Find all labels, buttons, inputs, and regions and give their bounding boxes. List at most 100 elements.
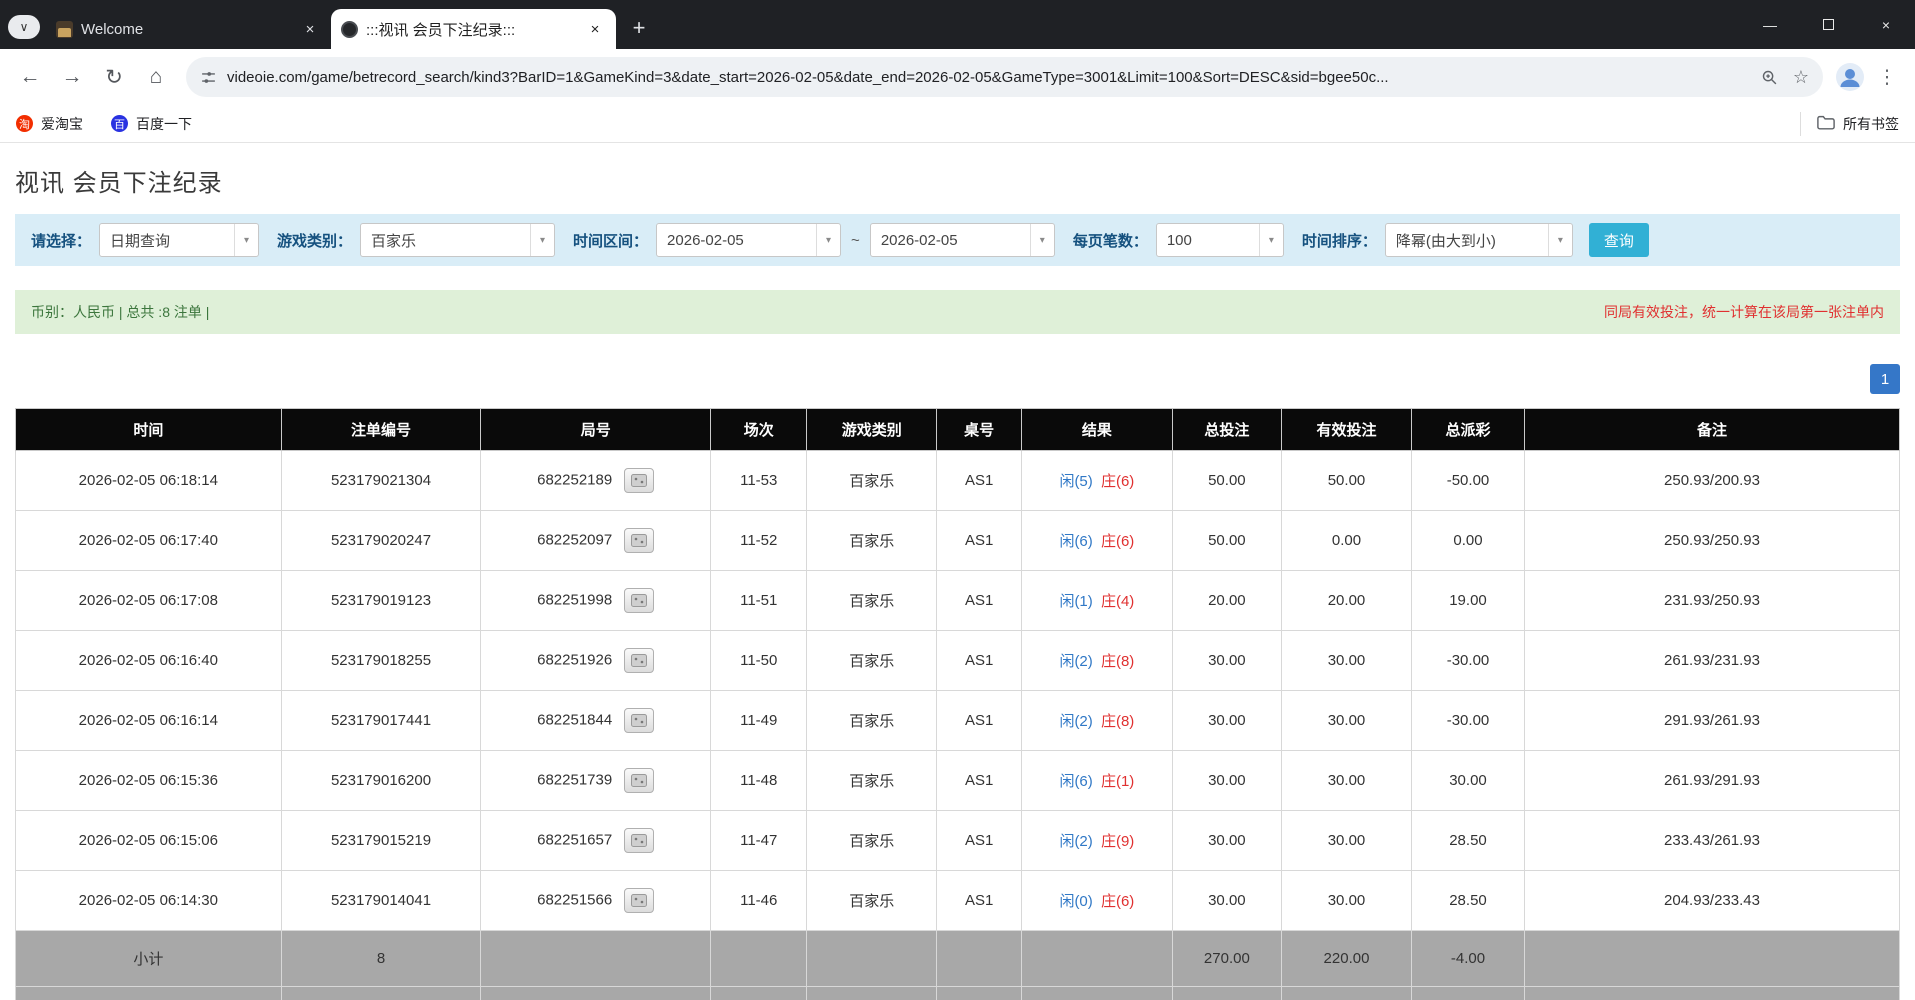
date-start-select[interactable]: 2026-02-05 ▾: [656, 223, 841, 257]
subtotal-label: 小计: [16, 931, 282, 987]
bookmark-star-icon[interactable]: ☆: [1785, 61, 1817, 93]
reload-button[interactable]: ↻: [94, 57, 134, 97]
forward-button[interactable]: →: [52, 57, 92, 97]
round-replay-button[interactable]: [624, 648, 654, 673]
tab-search-button[interactable]: ∨: [8, 15, 40, 39]
new-tab-button[interactable]: +: [622, 11, 656, 45]
col-header-payout: 总派彩: [1411, 409, 1524, 451]
col-header-game: 游戏类别: [807, 409, 937, 451]
cell-total-bet[interactable]: 20.00: [1172, 571, 1281, 631]
cell-note: 204.93/233.43: [1525, 871, 1900, 931]
cell-total-bet[interactable]: 50.00: [1172, 511, 1281, 571]
window-minimize-button[interactable]: —: [1741, 0, 1799, 49]
cell-round: 682251926: [481, 631, 711, 691]
result-player: 闲(0): [1059, 893, 1092, 910]
round-replay-button[interactable]: [624, 468, 654, 493]
page-1-button[interactable]: 1: [1870, 364, 1900, 394]
tab-close-button[interactable]: ×: [584, 18, 606, 40]
close-icon: ×: [306, 21, 315, 38]
col-header-round: 局号: [481, 409, 711, 451]
cell-time: 2026-02-05 06:16:14: [16, 691, 282, 751]
zoom-icon[interactable]: [1753, 61, 1785, 93]
cell-payout: 28.50: [1411, 811, 1524, 871]
all-bookmarks-button[interactable]: 所有书签: [1800, 112, 1899, 136]
chevron-down-icon: ▾: [816, 224, 840, 256]
round-id: 682251926: [537, 651, 612, 668]
col-header-note: 备注: [1525, 409, 1900, 451]
result-player: 闲(2): [1059, 653, 1092, 670]
cell-valid-bet: 30.00: [1282, 871, 1412, 931]
col-header-bet-id: 注单编号: [281, 409, 481, 451]
replay-icon: [631, 594, 647, 607]
bookmark-label: 百度一下: [136, 114, 192, 134]
replay-icon: [631, 714, 647, 727]
cell-total-bet[interactable]: 50.00: [1172, 451, 1281, 511]
all-bookmarks-label: 所有书签: [1843, 114, 1899, 134]
profile-avatar[interactable]: [1833, 60, 1867, 94]
result-player: 闲(6): [1059, 533, 1092, 550]
total-payout: -4.00: [1411, 987, 1524, 1000]
bookmark-aitaobao[interactable]: 淘 爱淘宝: [16, 114, 83, 134]
cell-total-bet[interactable]: 30.00: [1172, 871, 1281, 931]
cell-payout: -30.00: [1411, 691, 1524, 751]
bookmark-baidu[interactable]: 百 百度一下: [111, 114, 192, 134]
tab-betrecord[interactable]: :::视讯 会员下注纪录::: ×: [331, 9, 616, 49]
cell-game: 百家乐: [807, 451, 937, 511]
kebab-menu-icon: ⋮: [1878, 66, 1897, 89]
result-banker: 庄(8): [1101, 713, 1134, 730]
cell-session: 11-47: [711, 811, 807, 871]
page-size-select[interactable]: 100 ▾: [1156, 223, 1284, 257]
forward-icon: →: [62, 65, 83, 89]
query-type-select[interactable]: 日期查询 ▾: [99, 223, 259, 257]
game-type-label: 游戏类别：: [277, 230, 352, 251]
cell-game: 百家乐: [807, 751, 937, 811]
window-close-button[interactable]: ×: [1857, 0, 1915, 49]
tab-welcome[interactable]: Welcome ×: [46, 9, 331, 49]
footer-empty-cell: [711, 987, 807, 1000]
site-settings-icon[interactable]: [200, 69, 217, 86]
round-replay-button[interactable]: [624, 588, 654, 613]
chevron-down-icon: ▾: [1030, 224, 1054, 256]
cell-total-bet[interactable]: 30.00: [1172, 811, 1281, 871]
footer-empty-cell: [807, 931, 937, 987]
cell-total-bet[interactable]: 30.00: [1172, 751, 1281, 811]
round-replay-button[interactable]: [624, 708, 654, 733]
back-button[interactable]: ←: [10, 57, 50, 97]
cell-total-bet[interactable]: 30.00: [1172, 631, 1281, 691]
round-replay-button[interactable]: [624, 528, 654, 553]
footer-empty-cell: [1525, 987, 1900, 1000]
game-type-select[interactable]: 百家乐 ▾: [360, 223, 555, 257]
tab-close-button[interactable]: ×: [299, 18, 321, 40]
round-id: 682251566: [537, 891, 612, 908]
filter-bar: 请选择： 日期查询 ▾ 游戏类别： 百家乐 ▾ 时间区间： 2026-02-05…: [15, 214, 1900, 266]
summary-bar: 币别：人民币 | 总共 :8 注单 | 同局有效投注，统一计算在该局第一张注单内: [15, 290, 1900, 334]
sort-order-select[interactable]: 降幂(由大到小) ▾: [1385, 223, 1573, 257]
baidu-icon: 百: [111, 115, 128, 132]
col-header-result: 结果: [1022, 409, 1173, 451]
footer-empty-cell: [1022, 931, 1173, 987]
browser-menu-button[interactable]: ⋮: [1869, 59, 1905, 95]
url-text[interactable]: videoie.com/game/betrecord_search/kind3?…: [227, 69, 1753, 86]
cell-note: 250.93/250.93: [1525, 511, 1900, 571]
cell-table: AS1: [937, 691, 1022, 751]
cell-table: AS1: [937, 451, 1022, 511]
round-replay-button[interactable]: [624, 888, 654, 913]
replay-icon: [631, 774, 647, 787]
window-maximize-button[interactable]: [1799, 0, 1857, 49]
result-player: 闲(5): [1059, 473, 1092, 490]
cell-round: 682251739: [481, 751, 711, 811]
round-replay-button[interactable]: [624, 828, 654, 853]
date-end-select[interactable]: 2026-02-05 ▾: [870, 223, 1055, 257]
address-bar[interactable]: videoie.com/game/betrecord_search/kind3?…: [186, 57, 1823, 97]
bookmarks-bar: 淘 爱淘宝 百 百度一下 所有书签: [0, 105, 1915, 143]
search-button[interactable]: 查询: [1589, 223, 1649, 257]
col-header-time: 时间: [16, 409, 282, 451]
person-icon: [1835, 62, 1865, 92]
cell-session: 11-52: [711, 511, 807, 571]
replay-icon: [631, 834, 647, 847]
round-replay-button[interactable]: [624, 768, 654, 793]
result-player: 闲(2): [1059, 833, 1092, 850]
home-button[interactable]: ⌂: [136, 57, 176, 97]
cell-total-bet[interactable]: 30.00: [1172, 691, 1281, 751]
table-row: 2026-02-05 06:16:40 523179018255 6822519…: [16, 631, 1900, 691]
